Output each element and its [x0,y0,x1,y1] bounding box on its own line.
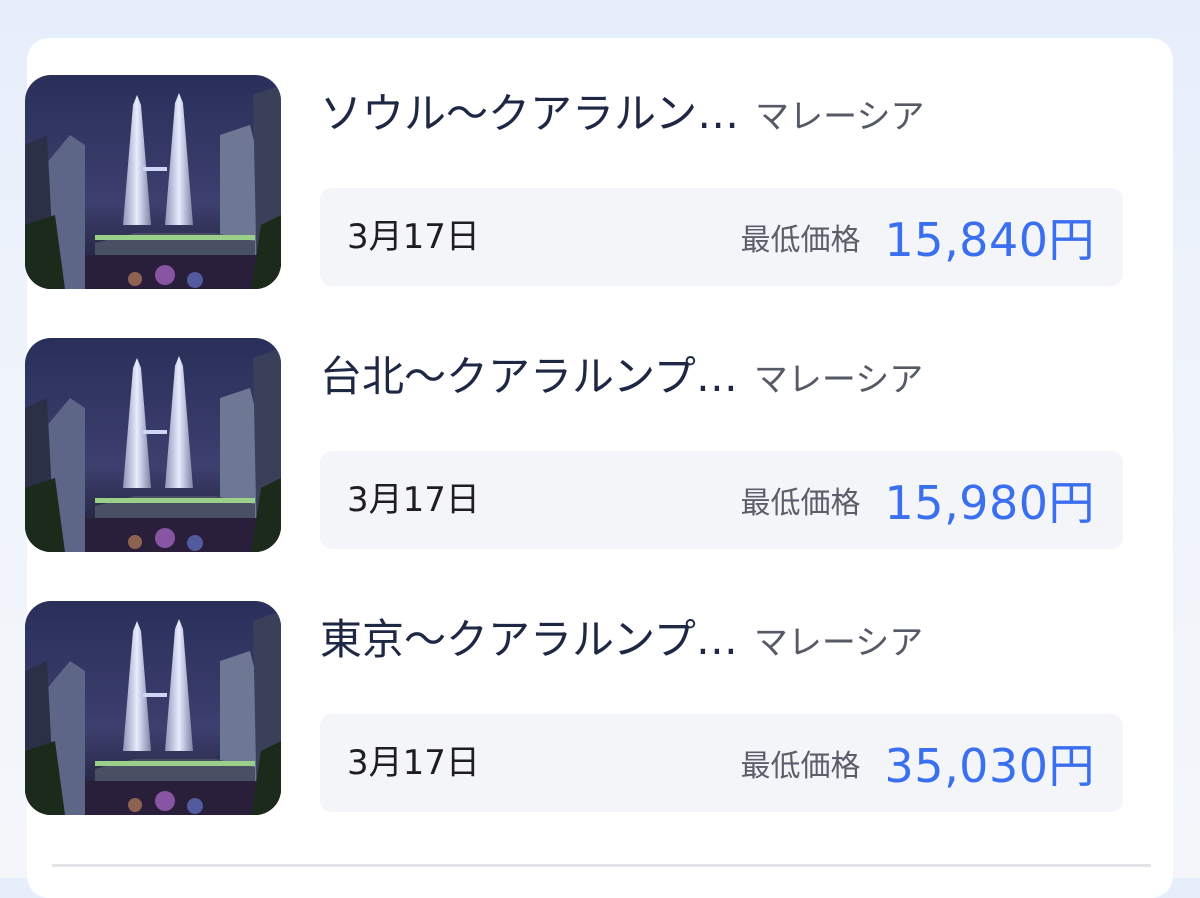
price-group: 最低価格 35,030円 [741,714,1095,812]
country-label: マレーシア [755,97,925,137]
city-photo [25,75,281,289]
route-title-row: 台北〜クアラルンプ… マレーシア [320,338,923,416]
price-box: 3月17日 最低価格 15,980円 [320,451,1123,549]
petronas-towers-icon [25,338,281,552]
route-item[interactable]: ソウル〜クアラルン… マレーシア 3月17日 最低価格 15,840円 [25,75,1123,289]
list-divider [52,864,1151,867]
price-value: 15,980円 [884,476,1095,530]
route-title: ソウル〜クアラルン… [320,89,740,138]
city-photo [25,601,281,815]
price-group: 最低価格 15,980円 [741,451,1095,549]
petronas-towers-icon [25,75,281,289]
country-label: マレーシア [753,623,924,663]
route-title-row: 東京〜クアラルンプ… マレーシア [320,601,923,679]
route-title-row: ソウル〜クアラルン… マレーシア [320,75,925,153]
price-box: 3月17日 最低価格 15,840円 [320,188,1123,286]
price-group: 最低価格 15,840円 [741,188,1095,286]
route-item[interactable]: 東京〜クアラルンプ… マレーシア 3月17日 最低価格 35,030円 [25,601,1123,815]
route-item[interactable]: 台北〜クアラルンプ… マレーシア 3月17日 最低価格 15,980円 [25,338,1123,552]
flight-date: 3月17日 [347,480,480,520]
price-value: 35,030円 [884,739,1095,793]
price-value: 15,840円 [884,213,1095,267]
price-box: 3月17日 最低価格 35,030円 [320,714,1123,812]
flight-date: 3月17日 [347,217,480,257]
price-label: 最低価格 [740,223,861,258]
price-label: 最低価格 [740,749,861,784]
price-label: 最低価格 [740,486,861,521]
petronas-towers-icon [25,601,281,815]
route-title: 台北〜クアラルンプ… [320,352,738,401]
country-label: マレーシア [753,360,924,400]
city-photo [25,338,281,552]
route-title: 東京〜クアラルンプ… [320,615,738,664]
flight-date: 3月17日 [347,743,480,783]
